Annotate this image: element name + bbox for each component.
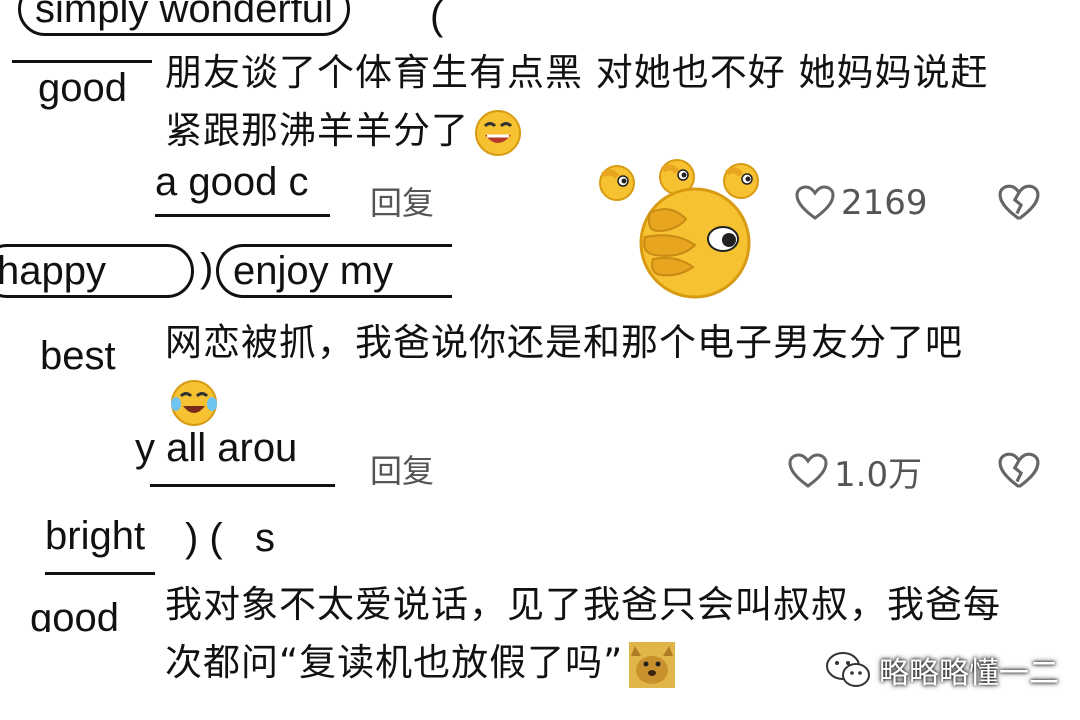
like-count: 2169 [841, 183, 928, 223]
fragment-underline [155, 214, 330, 217]
laughing-tears-emoji [473, 108, 523, 158]
wechat-icon [826, 652, 870, 687]
broken-heart-icon[interactable] [998, 450, 1040, 492]
fragment-paren: ) ( [185, 516, 223, 560]
fragment-good: good [38, 66, 127, 110]
comment-text: 朋友谈了个体育生有点黑 对她也不好 她妈妈说赶紧跟那沸羊羊分了 [165, 44, 1015, 160]
fragment-s: s [255, 516, 275, 560]
fragment-good-bottom: good [30, 596, 119, 632]
fragment-bright: bright [45, 514, 146, 558]
fragment-underline [45, 572, 155, 575]
fragment-best: best [40, 334, 116, 378]
like-button[interactable]: 1.0万 [788, 446, 922, 496]
comment-meta-row: 回复 1.0万 [370, 446, 1040, 496]
fragment-a-good: a good c [155, 160, 309, 204]
fragment-pill-happy: happy [0, 244, 194, 298]
dog-meme-emoji [627, 640, 677, 690]
reply-button[interactable]: 回复 [370, 446, 434, 496]
watermark: 略略略懂一二 [825, 648, 1059, 692]
heart-icon [788, 453, 828, 488]
like-count: 1.0万 [834, 454, 923, 495]
fragment-pill-simply-wonderful: simply wonderful [18, 0, 350, 36]
fragment-pill-enjoy: enjoy my [216, 244, 452, 298]
face-palm-emoji-sticker [595, 155, 765, 300]
crying-laughing-emoji [169, 378, 219, 428]
like-button[interactable]: 2169 [795, 178, 928, 228]
fragment-all-around: y all arou [135, 426, 298, 470]
fragment-underline [12, 60, 152, 63]
fragment-underline [150, 484, 335, 487]
heart-icon [795, 185, 835, 220]
comment-text: 网恋被抓，我爸说你还是和那个电子男友分了吧 [165, 314, 1015, 430]
fragment-parenthesis: ( [430, 0, 444, 38]
reply-button[interactable]: 回复 [370, 178, 434, 228]
watermark-text: 略略略懂一二 [879, 656, 1059, 691]
fragment-paren: ) [200, 246, 214, 290]
broken-heart-icon[interactable] [998, 182, 1040, 224]
